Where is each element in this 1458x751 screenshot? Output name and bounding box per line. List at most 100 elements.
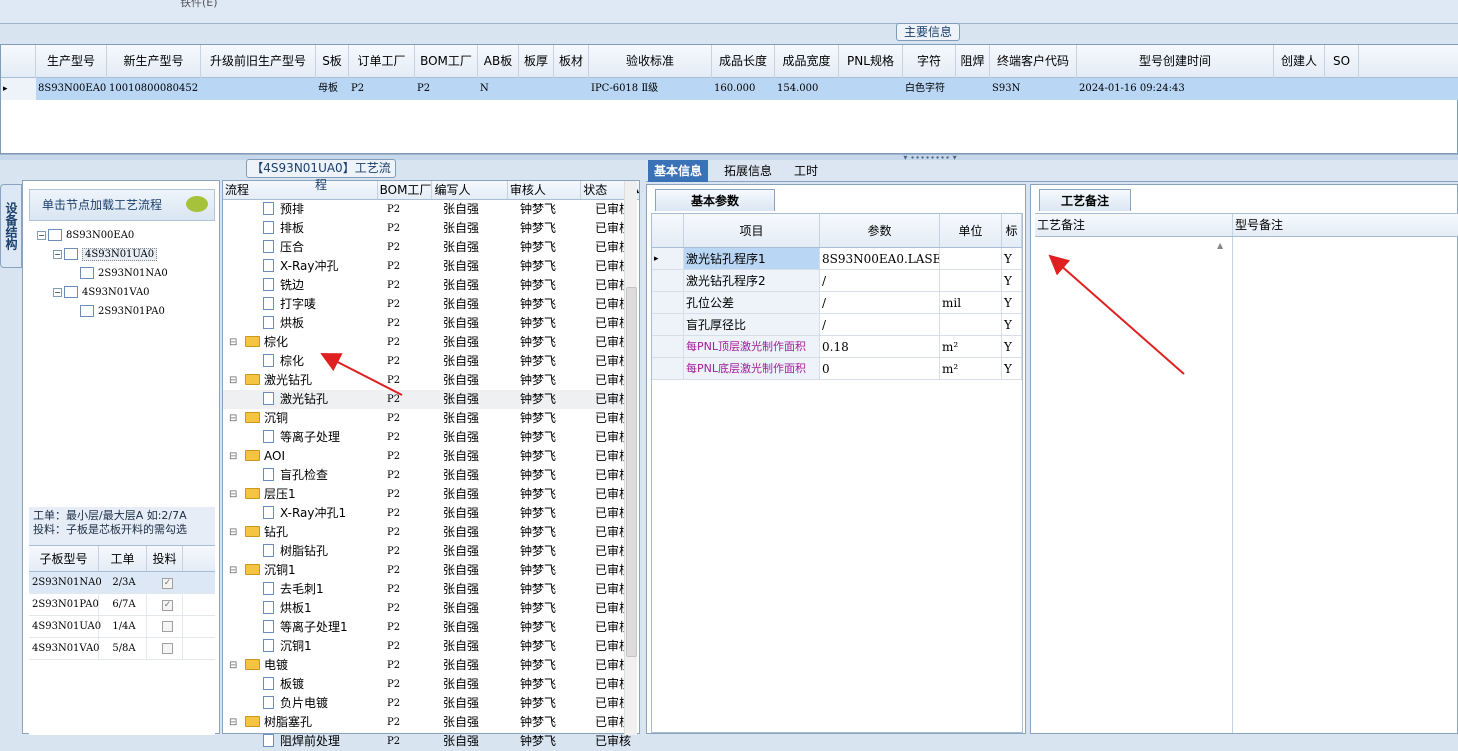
flow-row[interactable]: 层压1 ⊟ P2 张自强 钟梦飞 已审核 [223, 485, 631, 504]
flow-row[interactable]: 激光钻孔 ⊟ P2 张自强 钟梦飞 已审核 [223, 371, 631, 390]
flow-row[interactable]: 激光钻孔 P2 张自强 钟梦飞 已审核 [223, 390, 631, 409]
flow-row[interactable]: X-Ray冲孔1 P2 张自强 钟梦飞 已审核 [223, 504, 631, 523]
detail-tab[interactable]: 拓展信息 [718, 160, 778, 182]
tree-expand-icon[interactable]: ⊟ [229, 409, 237, 428]
main-col-header[interactable]: 新生产型号 [107, 45, 201, 78]
tree-node[interactable]: 2S93N01NA0 [69, 265, 168, 281]
main-cell[interactable] [956, 78, 990, 100]
param-unit[interactable]: m² [940, 336, 1002, 357]
main-cell[interactable]: 白色字符 [903, 78, 956, 100]
subboard-feed[interactable] [147, 638, 183, 659]
param-flag[interactable]: Y [1002, 336, 1022, 357]
tree-node[interactable]: 2S93N01PA0 [69, 303, 165, 319]
flow-row[interactable]: 打字唛 P2 张自强 钟梦飞 已审核 [223, 295, 631, 314]
basic-col-header[interactable]: 参数 [820, 214, 940, 247]
main-col-header[interactable]: 字符 [903, 45, 956, 78]
flow-row[interactable]: 树脂塞孔 ⊟ P2 张自强 钟梦飞 已审核 [223, 713, 631, 732]
main-cell[interactable]: 8S93N00EA0 [36, 78, 107, 100]
flow-row[interactable]: 棕化 ⊟ P2 张自强 钟梦飞 已审核 [223, 333, 631, 352]
basic-col-header[interactable]: 项目 [684, 214, 820, 247]
main-col-header[interactable]: 终端客户代码 [990, 45, 1077, 78]
subgrid-col-header[interactable]: 工单 [99, 546, 147, 571]
main-cell[interactable]: 2024-01-16 09:24:43 [1077, 78, 1274, 100]
detail-tab[interactable]: 基本信息 [648, 160, 709, 182]
tree-node[interactable]: − 4S93N01VA0 [53, 284, 150, 300]
side-tab-structure[interactable]: 设备结构 [0, 184, 22, 268]
subboard-row[interactable]: 2S93N01NA0 2/3A ✓ [29, 572, 215, 594]
param-value[interactable]: 0.18 [820, 336, 940, 357]
flow-col-header[interactable]: 流程 [223, 181, 378, 199]
basic-param-row[interactable]: ▸激光钻孔程序18S93N00EA0.LASER1-2 Y [652, 248, 1022, 270]
flow-col-header[interactable]: 状态 [581, 181, 631, 199]
main-col-header[interactable]: 成品长度 [712, 45, 775, 78]
flow-col-header[interactable]: 编写人 [432, 181, 508, 199]
flow-row[interactable]: 沉铜 ⊟ P2 张自强 钟梦飞 已审核 [223, 409, 631, 428]
main-cell[interactable] [519, 78, 554, 100]
flow-col-header[interactable]: 审核人 [508, 181, 582, 199]
basic-param-row[interactable]: 孔位公差 / mil Y [652, 292, 1022, 314]
main-cell[interactable]: 160.000 [712, 78, 775, 100]
flow-row[interactable]: 负片电镀 P2 张自强 钟梦飞 已审核 [223, 694, 631, 713]
flow-row[interactable]: 烘板1 P2 张自强 钟梦飞 已审核 [223, 599, 631, 618]
tree-expand-icon[interactable]: − [37, 230, 46, 240]
main-cell[interactable]: N [478, 78, 519, 100]
subgrid-col-header[interactable]: 子板型号 [29, 546, 99, 571]
flow-row[interactable]: 沉铜1 ⊟ P2 张自强 钟梦飞 已审核 [223, 561, 631, 580]
param-flag[interactable]: Y [1002, 314, 1022, 335]
tab-basic-params[interactable]: 基本参数 [655, 189, 775, 211]
param-flag[interactable]: Y [1002, 248, 1022, 269]
basic-col-header[interactable]: 单位 [940, 214, 1002, 247]
main-col-header[interactable]: 创建人 [1274, 45, 1325, 78]
param-value[interactable]: / [820, 314, 940, 335]
main-col-header[interactable]: PNL规格 [839, 45, 903, 78]
tree-expand-icon[interactable]: ⊟ [229, 485, 237, 504]
feed-checkbox[interactable] [162, 621, 173, 632]
main-col-header[interactable]: SO [1325, 45, 1359, 78]
flow-row[interactable]: 阻焊前处理 P2 张自强 钟梦飞 已审核 [223, 732, 631, 751]
main-cell[interactable] [1325, 78, 1359, 100]
flow-row[interactable]: 等离子处理 P2 张自强 钟梦飞 已审核 [223, 428, 631, 447]
flow-row[interactable]: 板镀 P2 张自强 钟梦飞 已审核 [223, 675, 631, 694]
main-col-header[interactable]: 阻焊 [956, 45, 990, 78]
flow-row[interactable]: 盲孔检查 P2 张自强 钟梦飞 已审核 [223, 466, 631, 485]
tree-expand-icon[interactable]: ⊟ [229, 656, 237, 675]
basic-param-row[interactable]: 盲孔厚径比 / Y [652, 314, 1022, 336]
main-col-header[interactable]: BOM工厂 [415, 45, 478, 78]
tree-expand-icon[interactable]: ⊟ [229, 523, 237, 542]
param-unit[interactable] [940, 270, 1002, 291]
main-col-header[interactable]: 生产型号 [36, 45, 107, 78]
main-col-header[interactable]: 板材 [554, 45, 589, 78]
subboard-row[interactable]: 4S93N01VA0 5/8A [29, 638, 215, 660]
main-col-header[interactable]: 成品宽度 [775, 45, 839, 78]
flow-row[interactable]: 排板 P2 张自强 钟梦飞 已审核 [223, 219, 631, 238]
tree-node[interactable]: − 8S93N00EA0 [37, 227, 134, 243]
main-col-header[interactable]: 型号创建时间 [1077, 45, 1274, 78]
tab-process-remarks[interactable]: 工艺备注 [1039, 189, 1131, 211]
subboard-feed[interactable]: ✓ [147, 594, 183, 615]
main-cell[interactable]: S93N [990, 78, 1077, 100]
flow-row[interactable]: 树脂钻孔 P2 张自强 钟梦飞 已审核 [223, 542, 631, 561]
flow-row[interactable]: AOI ⊟ P2 张自强 钟梦飞 已审核 [223, 447, 631, 466]
feed-checkbox[interactable]: ✓ [162, 600, 173, 611]
param-unit[interactable] [940, 248, 1002, 269]
flow-scrollbar-thumb[interactable] [626, 287, 637, 657]
subboard-feed[interactable] [147, 616, 183, 637]
param-value[interactable]: / [820, 292, 940, 313]
process-remark-field[interactable] [1035, 237, 1233, 733]
tree-expand-icon[interactable]: ⊟ [229, 447, 237, 466]
main-cell[interactable]: P2 [349, 78, 415, 100]
basic-param-row[interactable]: 每PNL底层激光制作面积 0 m² Y [652, 358, 1022, 380]
param-flag[interactable]: Y [1002, 292, 1022, 313]
flow-row[interactable]: 铣边 P2 张自强 钟梦飞 已审核 [223, 276, 631, 295]
flow-row[interactable]: 去毛刺1 P2 张自强 钟梦飞 已审核 [223, 580, 631, 599]
flow-row[interactable]: 电镀 ⊟ P2 张自强 钟梦飞 已审核 [223, 656, 631, 675]
flow-row[interactable]: 等离子处理1 P2 张自强 钟梦飞 已审核 [223, 618, 631, 637]
flow-row[interactable]: 预排 P2 张自强 钟梦飞 已审核 [223, 200, 631, 219]
subboard-feed[interactable]: ✓ [147, 572, 183, 593]
scroll-up-icon[interactable]: ▲ [1217, 241, 1229, 251]
param-value[interactable]: 8S93N00EA0.LASER1-2 [820, 248, 940, 269]
flow-row[interactable]: 钻孔 ⊟ P2 张自强 钟梦飞 已审核 [223, 523, 631, 542]
flow-row[interactable]: 沉铜1 P2 张自强 钟梦飞 已审核 [223, 637, 631, 656]
main-cell[interactable] [839, 78, 903, 100]
tree-expand-icon[interactable]: ⊟ [229, 333, 237, 352]
